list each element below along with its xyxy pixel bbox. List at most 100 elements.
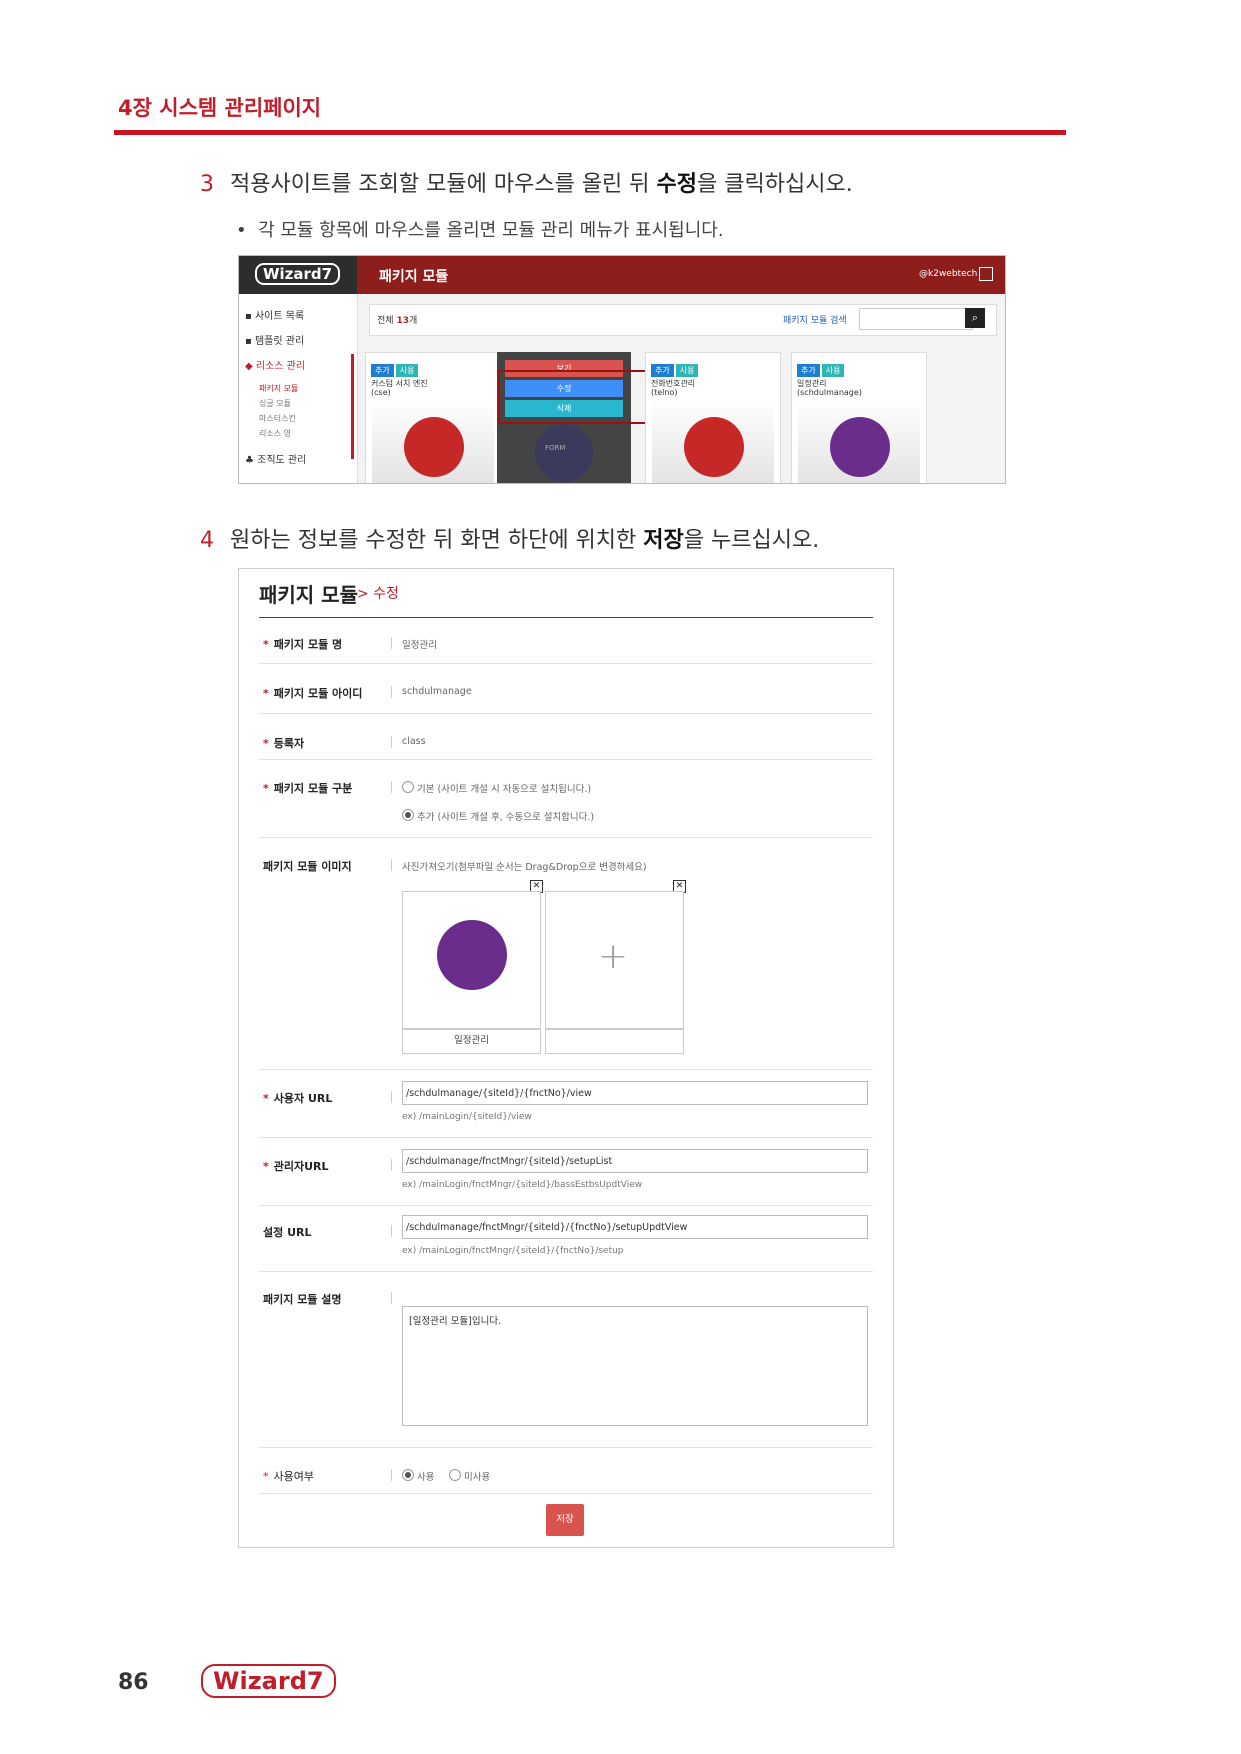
user-name: @k2webtech bbox=[919, 269, 978, 279]
user-url-label: * 사용자 URL bbox=[263, 1090, 332, 1106]
row-divider bbox=[259, 1271, 873, 1272]
save-button[interactable]: 저장 bbox=[546, 1504, 584, 1536]
add-image-button[interactable]: + bbox=[545, 891, 684, 1030]
card-title: 일정관리 bbox=[797, 379, 827, 388]
setup-url-label: 설정 URL bbox=[263, 1226, 312, 1239]
edit-form-screenshot: 패키지 모듈 > 수정 * 패키지 모듈 명 일정관리 * 패키지 모듈 아이디 s… bbox=[238, 568, 894, 1548]
use-label: * 사용여부 bbox=[263, 1468, 314, 1484]
app-header bbox=[357, 256, 1005, 294]
step-text: 원하는 정보를 수정한 뒤 화면 하단에 위치한 bbox=[230, 528, 644, 553]
name-value: 일정관리 bbox=[402, 640, 437, 651]
step-bold: 수정 bbox=[656, 172, 698, 197]
image-hint: 사진가져오기(첨부파일 순서는 Drag&Drop으로 변경하세요) bbox=[402, 862, 647, 873]
divider bbox=[391, 1091, 392, 1103]
module-card-telno[interactable]: 추가 사용 전화번호관리 (telno) bbox=[645, 352, 781, 483]
sidebar-item-template[interactable]: ▪ 템플릿 관리 bbox=[245, 332, 304, 347]
form-icon bbox=[535, 424, 593, 482]
sidebar-sub-resource[interactable]: 리소스 영 bbox=[259, 428, 291, 439]
desc-label: 패키지 모듈 설명 bbox=[263, 1293, 342, 1306]
sidebar-sub-masterskin[interactable]: 마스터스킨 bbox=[259, 413, 296, 424]
use-option-yes[interactable]: 사용 bbox=[402, 1469, 434, 1483]
required-mark: * bbox=[263, 737, 269, 750]
highlight-box bbox=[498, 370, 652, 424]
sidebar-label: 템플릿 관리 bbox=[254, 336, 305, 347]
card-image bbox=[798, 399, 920, 483]
tag-use: 사용 bbox=[395, 364, 419, 377]
type-option-basic[interactable]: 기본 (사이트 개설 시 자동으로 설치됩니다.) bbox=[402, 781, 591, 795]
image-thumbnail[interactable] bbox=[402, 891, 541, 1030]
module-list-screenshot: Wizard7 패키지 모듈 @k2webtech ▪ 사이트 목록 ▪ 템플릿… bbox=[238, 255, 1006, 484]
divider bbox=[391, 686, 392, 698]
sidebar-item-site-list[interactable]: ▪ 사이트 목록 bbox=[245, 307, 304, 322]
search-input[interactable] bbox=[859, 308, 973, 330]
divider bbox=[391, 859, 392, 871]
admin-url-hint: ex) /mainLogin/fnctMngr/{siteId}/bassEst… bbox=[402, 1180, 643, 1190]
tag-use: 사용 bbox=[821, 364, 845, 377]
radio-icon[interactable] bbox=[402, 781, 414, 793]
sidebar-item-resource[interactable]: ◆ 리소스 관리 bbox=[245, 357, 305, 372]
admin-url-input[interactable]: /schdulmanage/fnctMngr/{siteId}/setupLis… bbox=[402, 1149, 868, 1173]
required-mark: * bbox=[263, 1470, 269, 1483]
sidebar-sub-single[interactable]: 싱글 모듈 bbox=[259, 398, 291, 409]
bullet-text: 각 모듈 항목에 마우스를 올리면 모듈 관리 메뉴가 표시됩니다. bbox=[258, 220, 724, 241]
card-id: (telno) bbox=[651, 388, 678, 397]
option-text: 미사용 bbox=[464, 1472, 491, 1483]
module-card-cse[interactable]: 추가 사용 커스텀 서치 엔진 (cse) bbox=[365, 352, 501, 483]
form-icon-label: FORM bbox=[545, 444, 566, 452]
step-text-end: 을 누르십시오. bbox=[683, 528, 820, 553]
desc-textarea[interactable]: [일정관리 모듈]입니다. bbox=[402, 1306, 868, 1426]
option-text: 사용 bbox=[417, 1472, 435, 1483]
total-count: 전체 13개 bbox=[377, 313, 417, 326]
card-image bbox=[652, 399, 774, 483]
id-label: * 패키지 모듈 아이디 bbox=[263, 685, 362, 701]
calendar-icon bbox=[437, 920, 507, 990]
row-divider bbox=[259, 759, 873, 760]
radio-icon[interactable] bbox=[449, 1469, 461, 1481]
search-icon[interactable]: ⌕ bbox=[965, 308, 985, 328]
search-label: 패키지 모듈 검색 bbox=[783, 316, 847, 326]
step-bold: 저장 bbox=[643, 528, 684, 553]
card-name: 전화번호관리 (telno) bbox=[651, 379, 780, 397]
label-text: 패키지 모듈 명 bbox=[273, 638, 343, 651]
row-divider bbox=[259, 1137, 873, 1138]
name-label: * 패키지 모듈 명 bbox=[263, 636, 342, 652]
divider bbox=[391, 736, 392, 748]
plus-icon: + bbox=[598, 936, 629, 977]
image-label: 패키지 모듈 이미지 bbox=[263, 860, 352, 873]
total-number: 13 bbox=[396, 316, 409, 326]
author-label: * 등록자 bbox=[263, 735, 304, 751]
module-card-schdulmanage[interactable]: 추가 사용 일정관리 (schdulmanage) bbox=[791, 352, 927, 483]
option-text: 추가 (사이트 개설 후, 수동으로 설치합니다.) bbox=[417, 812, 595, 823]
phonebook-icon bbox=[684, 417, 744, 477]
form-title: 패키지 모듈 bbox=[259, 583, 358, 607]
page-number: 86 bbox=[118, 1670, 149, 1695]
image-caption-empty bbox=[545, 1028, 684, 1054]
required-mark: * bbox=[263, 782, 269, 795]
user-url-input[interactable]: /schdulmanage/{siteId}/{fnctNo}/view bbox=[402, 1081, 868, 1105]
logout-icon[interactable] bbox=[979, 267, 993, 281]
step-3: 3 적용사이트를 조회할 모듈에 마우스를 올린 뒤 수정을 클릭하십시오. bbox=[200, 166, 853, 198]
step-4: 4 원하는 정보를 수정한 뒤 화면 하단에 위치한 저장을 누르십시오. bbox=[200, 522, 819, 554]
divider bbox=[391, 1469, 392, 1481]
sidebar-item-org[interactable]: ♣ 조직도 관리 bbox=[245, 451, 306, 466]
row-divider bbox=[259, 1447, 873, 1448]
tag-use: 사용 bbox=[675, 364, 699, 377]
radio-selected-icon[interactable] bbox=[402, 809, 414, 821]
page-title: 패키지 모듈 bbox=[379, 269, 449, 285]
label-text: 패키지 모듈 구분 bbox=[273, 782, 353, 795]
type-option-add[interactable]: 추가 (사이트 개설 후, 수동으로 설치합니다.) bbox=[402, 809, 594, 823]
author-value: class bbox=[402, 736, 426, 747]
radio-selected-icon[interactable] bbox=[402, 1469, 414, 1481]
option-text: 기본 (사이트 개설 시 자동으로 설치됩니다.) bbox=[417, 784, 592, 795]
calendar-icon bbox=[830, 417, 890, 477]
sidebar-sub-package[interactable]: 패키지 모듈 bbox=[259, 383, 298, 394]
footer-logo: Wizard7 bbox=[201, 1664, 336, 1698]
label-text: 등록자 bbox=[273, 737, 305, 750]
step-3-bullet: • 각 모듈 항목에 마우스를 올리면 모듈 관리 메뉴가 표시됩니다. bbox=[236, 220, 724, 241]
card-tags: 추가 사용 bbox=[651, 358, 780, 377]
use-option-no[interactable]: 미사용 bbox=[449, 1469, 490, 1483]
chapter-divider bbox=[114, 130, 1066, 135]
app-logo: Wizard7 bbox=[239, 256, 357, 294]
required-mark: * bbox=[263, 687, 269, 700]
setup-url-input[interactable]: /schdulmanage/fnctMngr/{siteId}/{fnctNo}… bbox=[402, 1215, 868, 1239]
